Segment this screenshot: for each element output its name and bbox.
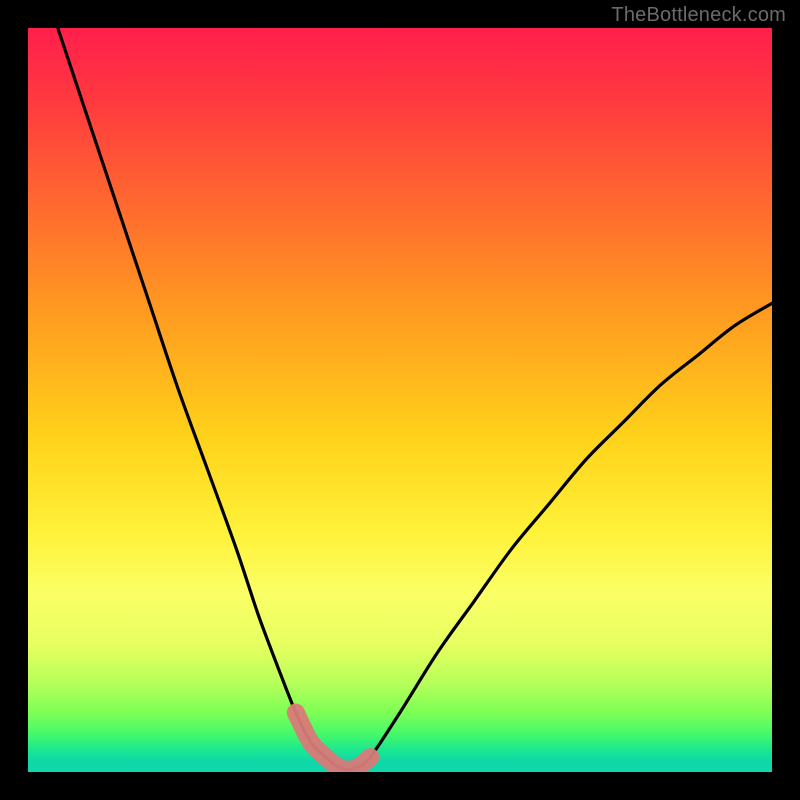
highlight-overlay — [296, 713, 370, 770]
bottleneck-curve-path — [58, 28, 772, 770]
chart-frame: TheBottleneck.com — [0, 0, 800, 800]
curve-svg — [28, 28, 772, 772]
plot-area — [28, 28, 772, 772]
watermark-text: TheBottleneck.com — [611, 4, 786, 27]
